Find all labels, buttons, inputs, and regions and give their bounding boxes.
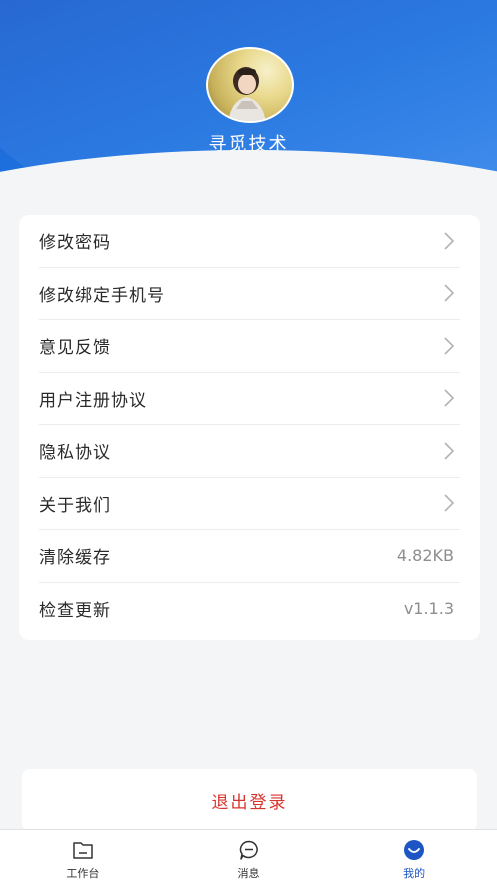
menu-item-label: 清除缓存 (39, 548, 111, 569)
menu-item-label: 隐私协议 (39, 443, 111, 464)
tab-label: 我的 (403, 867, 426, 880)
chevron-right-icon (444, 284, 455, 302)
menu-item-feedback[interactable]: 意见反馈 (39, 320, 460, 373)
avatar-image (228, 67, 266, 121)
menu-item-label: 修改绑定手机号 (39, 285, 165, 306)
menu-item-label: 关于我们 (39, 495, 111, 516)
avatar[interactable] (206, 47, 294, 123)
profile-icon (404, 840, 425, 860)
menu-item-change-phone[interactable]: 修改绑定手机号 (39, 268, 460, 320)
menu-item-user-agreement[interactable]: 用户注册协议 (39, 373, 460, 425)
chevron-right-icon (444, 232, 455, 250)
menu-item-label: 意见反馈 (39, 338, 111, 359)
user-name: 寻觅技术 (208, 134, 289, 155)
menu-item-change-password[interactable]: 修改密码 (39, 215, 460, 268)
chevron-right-icon (444, 389, 455, 407)
menu-item-label: 用户注册协议 (39, 390, 147, 411)
tab-label: 消息 (237, 867, 260, 880)
chevron-right-icon (444, 442, 455, 460)
tab-messages[interactable]: 消息 (166, 830, 332, 883)
tab-label: 工作台 (66, 867, 100, 880)
menu-item-check-update[interactable]: 检查更新 v1.1.3 (39, 583, 460, 636)
chevron-right-icon (444, 337, 455, 355)
settings-menu: 修改密码 修改绑定手机号 意见反馈 用户注册协议 隐私协议 关于我们 清除缓存 … (19, 215, 480, 640)
logout-label: 退出登录 (211, 792, 288, 813)
folder-icon (73, 842, 93, 859)
menu-item-label: 检查更新 (39, 601, 111, 622)
menu-item-label: 修改密码 (39, 233, 111, 254)
cache-size-value: 4.82KB (396, 546, 454, 566)
menu-item-about-us[interactable]: 关于我们 (39, 478, 460, 530)
employee-id: 我的工号：100012 (191, 171, 306, 186)
logout-button[interactable]: 退出登录 (22, 769, 477, 831)
tab-mine[interactable]: 我的 (331, 830, 497, 883)
version-value: v1.1.3 (403, 599, 454, 619)
message-icon (239, 840, 258, 860)
bottom-tab-bar: 工作台 消息 我的 (0, 829, 497, 883)
chevron-right-icon (444, 494, 455, 512)
menu-item-clear-cache[interactable]: 清除缓存 4.82KB (39, 530, 460, 583)
tab-workbench[interactable]: 工作台 (0, 830, 166, 883)
menu-item-privacy-policy[interactable]: 隐私协议 (39, 425, 460, 478)
